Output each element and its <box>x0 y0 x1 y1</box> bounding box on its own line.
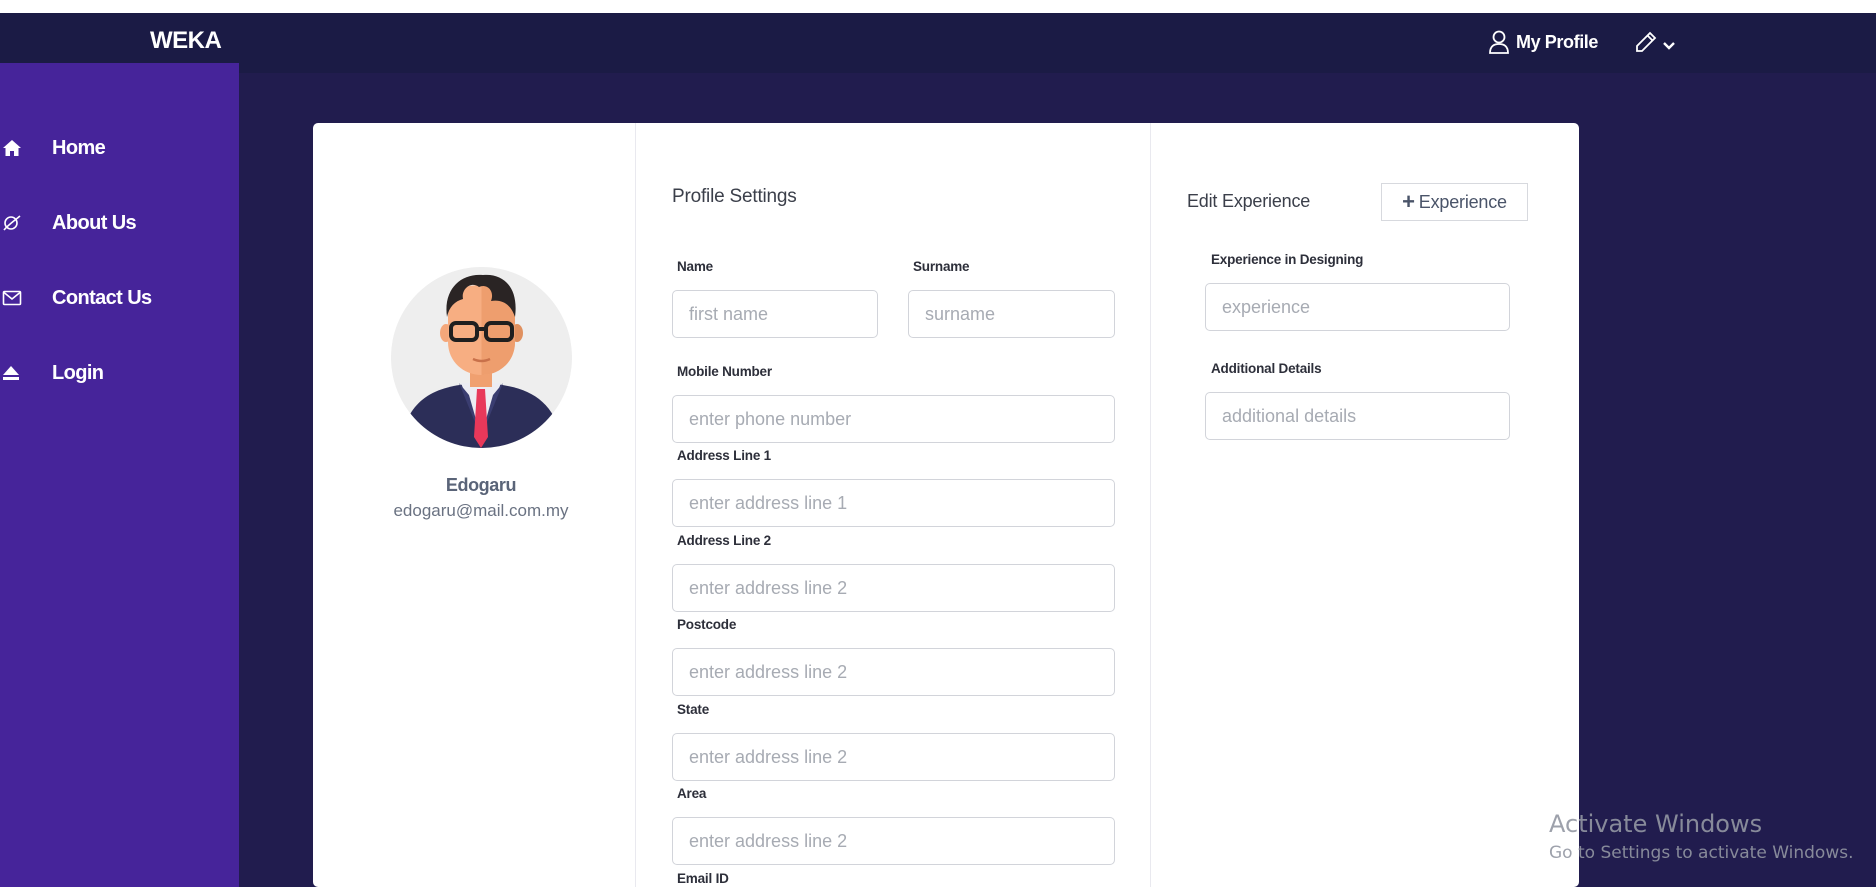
sidebar-item-label: About Us <box>52 211 137 234</box>
surname-label: Surname <box>913 259 970 274</box>
sidebar-item-label: Contact Us <box>52 286 152 309</box>
activate-windows-title: Activate Windows <box>1549 810 1763 838</box>
home-icon <box>0 139 52 157</box>
sidebar <box>0 63 239 887</box>
profile-settings-title: Profile Settings <box>672 186 797 207</box>
activate-windows-subtitle: Go to Settings to activate Windows. <box>1549 843 1854 863</box>
sidebar-item-contact[interactable]: Contact Us <box>0 280 239 316</box>
envelope-icon <box>0 290 52 306</box>
address2-label: Address Line 2 <box>677 533 771 548</box>
user-email: edogaru@mail.com.my <box>393 501 569 520</box>
state-label: State <box>677 702 710 717</box>
eject-icon <box>0 365 52 381</box>
user-name: Edogaru <box>445 475 517 495</box>
postcode-field[interactable] <box>672 648 1115 696</box>
sidebar-item-label: Home <box>52 136 106 159</box>
postcode-label: Postcode <box>677 617 737 632</box>
area-field[interactable] <box>672 817 1115 865</box>
sidebar-item-about[interactable]: About Us <box>0 205 239 241</box>
area-label: Area <box>677 786 707 801</box>
avatar <box>391 267 572 448</box>
plus-icon: + <box>1402 189 1415 214</box>
edit-dropdown[interactable] <box>1634 28 1676 56</box>
additional-details-label: Additional Details <box>1211 361 1322 376</box>
my-profile-label: My Profile <box>1516 31 1599 52</box>
name-label: Name <box>677 259 713 274</box>
sidebar-item-login[interactable]: Login <box>0 355 239 391</box>
surname-field[interactable] <box>908 290 1115 338</box>
experience-field[interactable] <box>1205 283 1510 331</box>
email-label: Email ID <box>677 871 729 886</box>
experience-designing-label: Experience in Designing <box>1211 252 1364 267</box>
column-divider <box>1150 123 1151 887</box>
state-field[interactable] <box>672 733 1115 781</box>
mobile-label: Mobile Number <box>677 364 772 379</box>
my-profile-link[interactable]: My Profile <box>1488 28 1598 56</box>
mobile-field[interactable] <box>672 395 1115 443</box>
address1-field[interactable] <box>672 479 1115 527</box>
name-field[interactable] <box>672 290 878 338</box>
pencil-icon <box>1636 31 1657 52</box>
add-experience-button[interactable]: + Experience <box>1381 183 1528 221</box>
user-icon <box>1489 30 1509 54</box>
edit-experience-title: Edit Experience <box>1187 191 1311 211</box>
chevron-down-icon <box>1663 42 1675 50</box>
additional-details-field[interactable] <box>1205 392 1510 440</box>
about-icon <box>0 213 52 233</box>
address1-label: Address Line 1 <box>677 448 771 463</box>
sidebar-item-label: Login <box>52 361 104 384</box>
add-experience-label: Experience <box>1418 191 1507 212</box>
address2-field[interactable] <box>672 564 1115 612</box>
sidebar-item-home[interactable]: Home <box>0 130 239 166</box>
